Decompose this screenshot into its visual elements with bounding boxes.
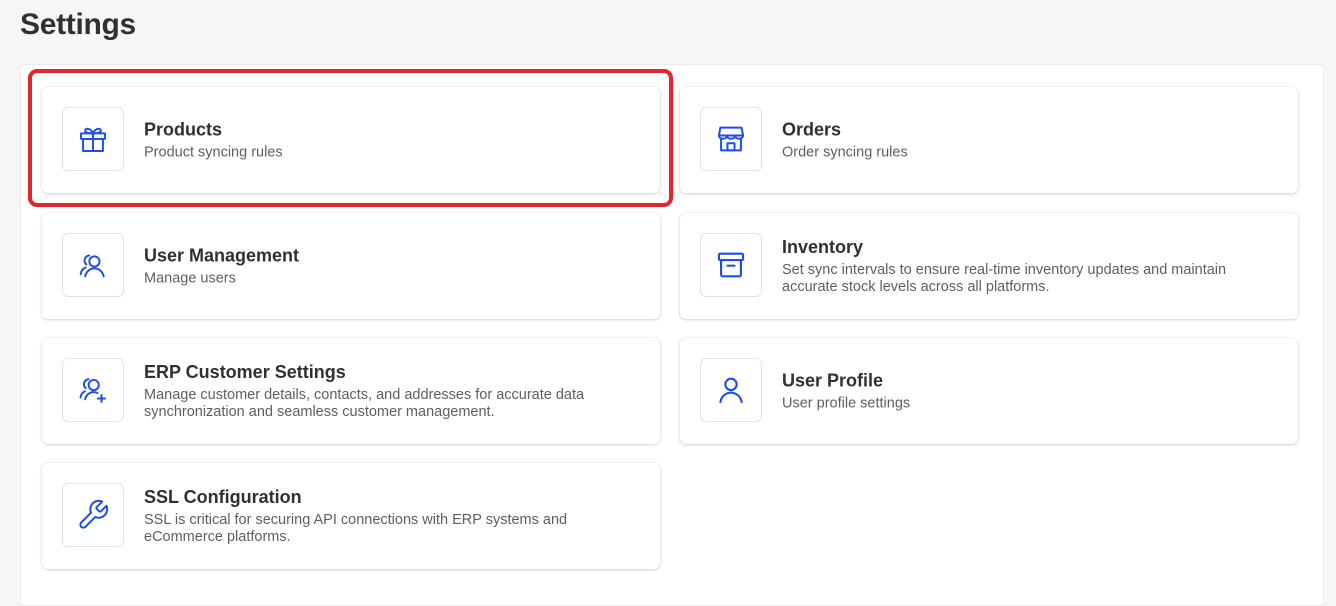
card-description: Manage customer details, contacts, and a… [144,387,585,420]
card-description: Manage users [144,270,236,287]
card-title: Inventory [782,237,864,257]
users-icon [62,233,124,297]
settings-card-erp-customer-settings[interactable]: ERP Customer Settings Manage customer de… [42,338,660,444]
settings-card-user-profile[interactable]: User Profile User profile settings [680,338,1298,444]
card-description: Product syncing rules [144,144,283,161]
wrench-icon [62,483,124,547]
store-icon [700,107,762,171]
settings-card-user-management[interactable]: User Management Manage users [42,213,660,319]
card-description: Order syncing rules [782,144,908,161]
card-title: Orders [782,119,842,140]
page-title: Settings [20,8,136,41]
user-add-icon [62,358,124,422]
user-icon [700,358,762,422]
card-title: User Management [144,245,300,266]
gift-icon [62,107,124,171]
settings-card-products[interactable]: Products Product syncing rules [42,87,660,193]
card-title: User Profile [782,370,884,391]
card-title: Products [144,119,223,140]
card-description: SSL is critical for securing API connect… [144,512,568,545]
settings-card-ssl-configuration[interactable]: SSL Configuration SSL is critical for se… [42,463,660,569]
settings-card-inventory[interactable]: Inventory Set sync intervals to ensure r… [680,213,1298,319]
settings-card-orders[interactable]: Orders Order syncing rules [680,87,1298,193]
archive-box-icon [700,233,762,297]
card-title: ERP Customer Settings [144,362,346,382]
card-title: SSL Configuration [144,487,302,507]
card-description: User profile settings [782,395,911,412]
card-description: Set sync intervals to ensure real-time i… [782,262,1227,295]
